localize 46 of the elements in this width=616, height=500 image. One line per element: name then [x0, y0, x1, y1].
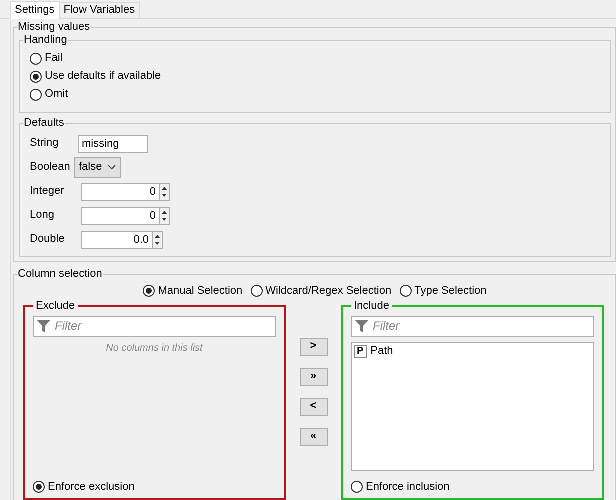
field-label: Boolean [30, 160, 72, 174]
text-field[interactable]: missing [78, 134, 148, 153]
move-button[interactable]: < [300, 398, 328, 416]
filter-icon [37, 320, 51, 333]
move-button[interactable]: » [300, 368, 328, 386]
filter-icon [355, 320, 369, 333]
column-list[interactable]: P Path [351, 342, 594, 471]
panel-title: Include [353, 300, 390, 312]
group-title: Defaults [23, 116, 66, 130]
number-field[interactable]: 0 [81, 182, 159, 201]
field-label: Long [30, 208, 56, 222]
radio-button[interactable] [33, 481, 45, 494]
radio-button[interactable] [30, 70, 42, 83]
dropdown[interactable]: false [74, 157, 122, 178]
radio-label: Use defaults if available [45, 70, 162, 84]
number-field[interactable]: 0 [81, 206, 159, 225]
list-item[interactable]: P Path [354, 344, 591, 358]
radio-button[interactable] [30, 52, 42, 65]
number-field[interactable]: 0.0 [81, 230, 152, 249]
filter-field[interactable]: Filter [351, 316, 594, 337]
empty-message: No columns in this list [105, 342, 204, 355]
move-button[interactable]: > [300, 338, 328, 356]
radio-button[interactable] [143, 285, 156, 298]
radio-button[interactable] [400, 285, 412, 298]
filter-field[interactable]: Filter [33, 316, 276, 337]
radio-button[interactable] [30, 88, 42, 101]
group-title: Handling [23, 34, 68, 47]
radio-button[interactable] [250, 285, 263, 298]
radio-button[interactable] [351, 481, 363, 494]
group-title: Missing values [17, 21, 92, 34]
field-label: String [30, 136, 60, 150]
radio-label: Manual Selection [158, 284, 243, 298]
field-label: Integer [30, 184, 66, 198]
radio-label: Omit [45, 88, 68, 102]
move-button[interactable]: « [300, 428, 328, 446]
radio-label: Fail [45, 52, 63, 66]
caret-icon [108, 165, 116, 170]
field-label: Double [30, 232, 66, 246]
radio-label: Type Selection [414, 284, 487, 298]
panel-title: Exclude [35, 300, 76, 312]
radio-label: Wildcard/Regex Selection [266, 284, 392, 298]
group-title: Column selection [17, 268, 104, 281]
radio-label: Enforce inclusion [366, 480, 450, 494]
tab[interactable]: Flow Variables [58, 2, 140, 18]
radio-label: Enforce exclusion [48, 480, 135, 494]
tab[interactable]: Settings [10, 1, 60, 19]
